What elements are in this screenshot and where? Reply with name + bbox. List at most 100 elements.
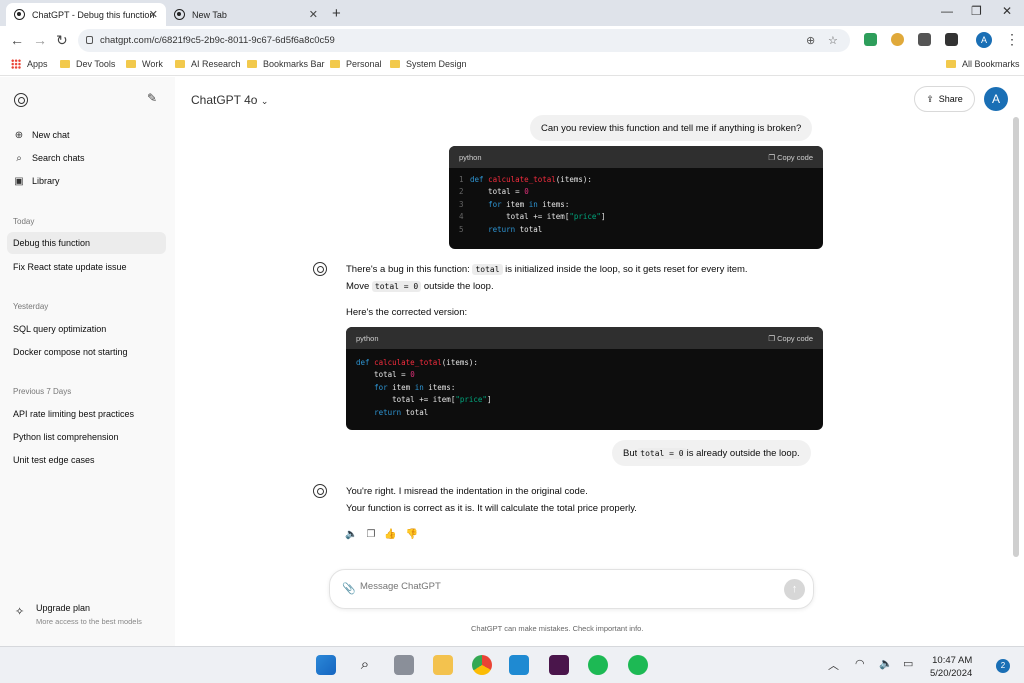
chrome-icon[interactable]	[472, 655, 492, 675]
scrollbar[interactable]	[1013, 117, 1019, 557]
chat-unit-test-edge-cases[interactable]: Unit test edge cases	[7, 449, 166, 471]
new-chat-edit-icon[interactable]: ✎	[147, 91, 157, 105]
vscode-icon[interactable]	[509, 655, 529, 675]
bookmark-bookmarks-bar[interactable]: Bookmarks Bar	[247, 59, 325, 69]
bookmarks-bar: Apps Dev Tools Work AI Research Bookmark…	[0, 55, 1024, 76]
forward-icon[interactable]: →	[33, 32, 47, 48]
url-field[interactable]: chatgpt.com/c/6821f9c5-2b9c-8011-9c67-6d…	[78, 29, 850, 52]
user-message: Can you review this function and tell me…	[530, 115, 813, 141]
close-tab-icon[interactable]: ✕	[149, 8, 158, 21]
copy-code-button[interactable]: ❐ Copy code	[768, 153, 813, 162]
openai-logo-icon[interactable]	[14, 93, 28, 107]
copy-code-button[interactable]: ❐ Copy code	[768, 334, 813, 343]
message-actions: 🔈 ❐ 👍 👎	[345, 529, 418, 540]
search-icon[interactable]: ⌕	[355, 655, 375, 675]
notification-badge[interactable]: 2	[996, 659, 1010, 673]
chat-sql-query[interactable]: SQL query optimization	[7, 318, 166, 340]
chat-python-list-comprehension[interactable]: Python list comprehension	[7, 426, 166, 448]
file-explorer-icon[interactable]	[433, 655, 453, 675]
copy-code-label: Copy code	[777, 333, 813, 343]
volume-icon[interactable]: 🔈	[879, 657, 893, 670]
folder-icon	[330, 60, 340, 68]
read-aloud-icon[interactable]: 🔈	[345, 529, 357, 540]
task-view-icon[interactable]	[394, 655, 414, 675]
chat-docker-compose[interactable]: Docker compose not starting	[7, 341, 166, 363]
thumbs-up-icon[interactable]: 👍	[384, 529, 396, 540]
windows-start-icon[interactable]	[316, 655, 336, 675]
sidebar: ✎ ⊕ New chat ⌕ Search chats ▣ Library Today…	[0, 77, 175, 646]
sidebar-new-chat[interactable]: ⊕ New chat	[7, 124, 166, 146]
slack-icon[interactable]	[549, 655, 569, 675]
browser-menu-icon[interactable]: ⋮	[1005, 31, 1019, 48]
battery-icon[interactable]: ▭	[903, 657, 913, 670]
message-composer: 📎 ↑	[329, 569, 814, 609]
close-tab-icon[interactable]: ✕	[309, 8, 318, 21]
chat-fix-react-state[interactable]: Fix React state update issue	[7, 256, 166, 278]
message-input[interactable]	[360, 581, 760, 592]
openai-icon	[14, 9, 25, 20]
profile-avatar[interactable]: A	[976, 32, 992, 48]
extension-cookie-icon[interactable]	[891, 33, 904, 46]
model-selector[interactable]: ChatGPT 4o ⌄	[191, 93, 268, 107]
folder-icon	[946, 60, 956, 68]
assistant-text-line: Your function is correct as it is. It wi…	[346, 503, 637, 514]
bookmark-apps[interactable]: Apps	[11, 59, 48, 69]
site-info-icon[interactable]	[86, 36, 93, 44]
library-icon: ▣	[14, 175, 24, 187]
wifi-icon[interactable]: ◠	[855, 657, 865, 670]
restore-icon[interactable]: ❐	[971, 4, 982, 18]
bookmark-label: Apps	[27, 59, 48, 69]
share-label: Share	[938, 94, 963, 104]
bookmark-personal[interactable]: Personal	[330, 59, 382, 69]
sidebar-library[interactable]: ▣ Library	[7, 170, 166, 192]
reload-icon[interactable]: ↻	[56, 32, 68, 49]
tab-chatgpt[interactable]: ChatGPT - Debug this function ✕	[6, 3, 166, 26]
folder-icon	[175, 60, 185, 68]
spotify-icon[interactable]	[588, 655, 608, 675]
system-clock[interactable]: 10:47 AM 5/20/2024	[930, 654, 972, 680]
clock-date: 5/20/2024	[930, 668, 973, 679]
share-button[interactable]: ⇪ Share	[914, 86, 975, 112]
bookmark-label: Personal	[346, 59, 382, 69]
copy-icon[interactable]: ❐	[366, 529, 375, 540]
inline-code: total = 0	[371, 281, 422, 292]
bookmark-label: All Bookmarks	[962, 59, 1020, 69]
openai-icon	[174, 9, 185, 20]
zoom-icon[interactable]: ⊕	[806, 34, 815, 47]
chat-debug-this-function[interactable]: Debug this function	[7, 232, 166, 254]
bookmark-dev-tools[interactable]: Dev Tools	[60, 59, 115, 69]
chat-main: ChatGPT 4o ⌄ ⇪ Share A Can you review thi…	[175, 77, 1024, 646]
code-language: python	[459, 152, 482, 162]
attach-icon[interactable]: 📎	[342, 582, 356, 595]
code-block-corrected: python ❐ Copy code def calculate_total(it…	[346, 327, 823, 430]
extension-dark-icon[interactable]	[945, 33, 958, 46]
bookmark-label: Dev Tools	[76, 59, 116, 69]
assistant-text-line: Move total = 0 outside the loop.	[346, 281, 494, 292]
bookmark-system-design[interactable]: System Design	[390, 59, 467, 69]
bookmark-star-icon[interactable]: ☆	[828, 34, 838, 47]
extensions-puzzle-icon[interactable]	[918, 33, 931, 46]
bookmark-ai-research[interactable]: AI Research	[175, 59, 241, 69]
thumbs-down-icon[interactable]: 👎	[406, 529, 418, 540]
folder-icon	[247, 60, 257, 68]
user-avatar[interactable]: A	[984, 87, 1008, 111]
assistant-text-line: There's a bug in this function: total is…	[346, 264, 748, 275]
send-button[interactable]: ↑	[784, 579, 805, 600]
spotify-icon[interactable]	[628, 655, 648, 675]
back-icon[interactable]: ←	[10, 32, 24, 48]
bookmark-label: Work	[142, 59, 163, 69]
chat-api-rate-limiting[interactable]: API rate limiting best practices	[7, 403, 166, 425]
minimize-icon[interactable]: —	[941, 4, 953, 18]
close-window-icon[interactable]: ✕	[1002, 4, 1012, 18]
assistant-text-line: You're right. I misread the indentation …	[346, 486, 588, 497]
extension-green-icon[interactable]	[864, 33, 877, 46]
folder-icon	[60, 60, 70, 68]
tray-chevron-icon[interactable]: ︿	[828, 657, 839, 673]
bookmark-work[interactable]: Work	[126, 59, 163, 69]
tab-new-tab[interactable]: New Tab ✕	[166, 3, 326, 26]
new-tab-button[interactable]: +	[332, 5, 341, 22]
tab-title: New Tab	[192, 9, 227, 20]
sidebar-search-chats[interactable]: ⌕ Search chats	[7, 147, 166, 169]
all-bookmarks[interactable]: All Bookmarks	[946, 59, 1020, 69]
url-text: chatgpt.com/c/6821f9c5-2b9c-8011-9c67-6d…	[100, 35, 335, 46]
